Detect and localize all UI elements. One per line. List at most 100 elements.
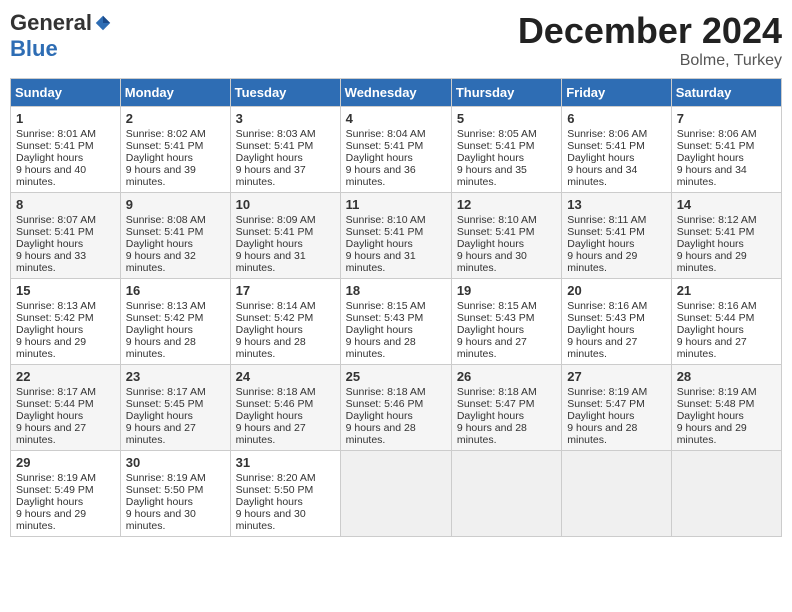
daylight-duration: 9 hours and 28 minutes. xyxy=(236,336,306,360)
logo-blue: Blue xyxy=(10,36,58,62)
sunset-label: Sunset: 5:46 PM xyxy=(236,398,314,410)
weekday-header-tuesday: Tuesday xyxy=(230,79,340,107)
daylight-label: Daylight hours xyxy=(126,410,193,422)
sunrise-label: Sunrise: 8:15 AM xyxy=(346,300,426,312)
page-header: General Blue December 2024 Bolme, Turkey xyxy=(10,10,782,70)
daylight-duration: 9 hours and 35 minutes. xyxy=(457,164,527,188)
day-number: 21 xyxy=(677,283,776,298)
daylight-duration: 9 hours and 31 minutes. xyxy=(236,250,306,274)
daylight-label: Daylight hours xyxy=(16,152,83,164)
daylight-duration: 9 hours and 27 minutes. xyxy=(126,422,196,446)
calendar-cell: 22 Sunrise: 8:17 AM Sunset: 5:44 PM Dayl… xyxy=(11,365,121,451)
day-number: 28 xyxy=(677,369,776,384)
sunset-label: Sunset: 5:41 PM xyxy=(567,226,645,238)
calendar-cell xyxy=(562,451,671,537)
sunset-label: Sunset: 5:41 PM xyxy=(16,226,94,238)
calendar-cell: 25 Sunrise: 8:18 AM Sunset: 5:46 PM Dayl… xyxy=(340,365,451,451)
sunset-label: Sunset: 5:47 PM xyxy=(457,398,535,410)
logo-general: General xyxy=(10,10,92,36)
daylight-duration: 9 hours and 33 minutes. xyxy=(16,250,86,274)
day-number: 11 xyxy=(346,197,446,212)
calendar-cell: 2 Sunrise: 8:02 AM Sunset: 5:41 PM Dayli… xyxy=(120,107,230,193)
sunset-label: Sunset: 5:41 PM xyxy=(567,140,645,152)
sunrise-label: Sunrise: 8:19 AM xyxy=(567,386,647,398)
day-number: 8 xyxy=(16,197,115,212)
daylight-label: Daylight hours xyxy=(16,410,83,422)
day-number: 7 xyxy=(677,111,776,126)
day-number: 25 xyxy=(346,369,446,384)
weekday-header-sunday: Sunday xyxy=(11,79,121,107)
sunrise-label: Sunrise: 8:17 AM xyxy=(16,386,96,398)
calendar-cell: 1 Sunrise: 8:01 AM Sunset: 5:41 PM Dayli… xyxy=(11,107,121,193)
calendar-cell: 7 Sunrise: 8:06 AM Sunset: 5:41 PM Dayli… xyxy=(671,107,781,193)
daylight-label: Daylight hours xyxy=(236,152,303,164)
calendar-cell: 28 Sunrise: 8:19 AM Sunset: 5:48 PM Dayl… xyxy=(671,365,781,451)
daylight-label: Daylight hours xyxy=(567,324,634,336)
sunset-label: Sunset: 5:44 PM xyxy=(677,312,755,324)
calendar-cell: 23 Sunrise: 8:17 AM Sunset: 5:45 PM Dayl… xyxy=(120,365,230,451)
calendar-cell xyxy=(671,451,781,537)
day-number: 31 xyxy=(236,455,335,470)
calendar-cell: 4 Sunrise: 8:04 AM Sunset: 5:41 PM Dayli… xyxy=(340,107,451,193)
logo-icon xyxy=(94,14,112,32)
sunrise-label: Sunrise: 8:11 AM xyxy=(567,214,646,226)
sunset-label: Sunset: 5:43 PM xyxy=(346,312,424,324)
daylight-duration: 9 hours and 27 minutes. xyxy=(567,336,637,360)
sunrise-label: Sunrise: 8:08 AM xyxy=(126,214,206,226)
sunset-label: Sunset: 5:41 PM xyxy=(236,140,314,152)
daylight-label: Daylight hours xyxy=(457,152,524,164)
daylight-label: Daylight hours xyxy=(16,496,83,508)
daylight-duration: 9 hours and 30 minutes. xyxy=(126,508,196,532)
calendar-cell: 12 Sunrise: 8:10 AM Sunset: 5:41 PM Dayl… xyxy=(451,193,561,279)
daylight-label: Daylight hours xyxy=(236,410,303,422)
calendar-cell: 21 Sunrise: 8:16 AM Sunset: 5:44 PM Dayl… xyxy=(671,279,781,365)
sunrise-label: Sunrise: 8:10 AM xyxy=(457,214,537,226)
sunset-label: Sunset: 5:49 PM xyxy=(16,484,94,496)
sunrise-label: Sunrise: 8:19 AM xyxy=(677,386,757,398)
daylight-label: Daylight hours xyxy=(346,324,413,336)
sunset-label: Sunset: 5:41 PM xyxy=(16,140,94,152)
daylight-label: Daylight hours xyxy=(677,238,744,250)
day-number: 4 xyxy=(346,111,446,126)
day-number: 2 xyxy=(126,111,225,126)
weekday-header-saturday: Saturday xyxy=(671,79,781,107)
day-number: 24 xyxy=(236,369,335,384)
sunset-label: Sunset: 5:43 PM xyxy=(457,312,535,324)
daylight-label: Daylight hours xyxy=(677,410,744,422)
sunrise-label: Sunrise: 8:06 AM xyxy=(567,128,647,140)
sunset-label: Sunset: 5:41 PM xyxy=(346,140,424,152)
calendar-cell: 8 Sunrise: 8:07 AM Sunset: 5:41 PM Dayli… xyxy=(11,193,121,279)
sunrise-label: Sunrise: 8:07 AM xyxy=(16,214,96,226)
daylight-duration: 9 hours and 31 minutes. xyxy=(346,250,416,274)
calendar-cell xyxy=(340,451,451,537)
daylight-duration: 9 hours and 37 minutes. xyxy=(236,164,306,188)
sunrise-label: Sunrise: 8:16 AM xyxy=(677,300,757,312)
daylight-duration: 9 hours and 29 minutes. xyxy=(677,250,747,274)
calendar-cell: 6 Sunrise: 8:06 AM Sunset: 5:41 PM Dayli… xyxy=(562,107,671,193)
sunrise-label: Sunrise: 8:12 AM xyxy=(677,214,757,226)
daylight-label: Daylight hours xyxy=(126,324,193,336)
daylight-label: Daylight hours xyxy=(236,238,303,250)
day-number: 6 xyxy=(567,111,665,126)
daylight-label: Daylight hours xyxy=(126,238,193,250)
sunrise-label: Sunrise: 8:16 AM xyxy=(567,300,647,312)
weekday-header-monday: Monday xyxy=(120,79,230,107)
calendar-cell: 19 Sunrise: 8:15 AM Sunset: 5:43 PM Dayl… xyxy=(451,279,561,365)
calendar-cell: 9 Sunrise: 8:08 AM Sunset: 5:41 PM Dayli… xyxy=(120,193,230,279)
weekday-header-friday: Friday xyxy=(562,79,671,107)
calendar-cell: 5 Sunrise: 8:05 AM Sunset: 5:41 PM Dayli… xyxy=(451,107,561,193)
day-number: 16 xyxy=(126,283,225,298)
daylight-label: Daylight hours xyxy=(126,152,193,164)
day-number: 30 xyxy=(126,455,225,470)
day-number: 13 xyxy=(567,197,665,212)
calendar-cell: 11 Sunrise: 8:10 AM Sunset: 5:41 PM Dayl… xyxy=(340,193,451,279)
sunrise-label: Sunrise: 8:19 AM xyxy=(126,472,206,484)
daylight-duration: 9 hours and 29 minutes. xyxy=(677,422,747,446)
sunset-label: Sunset: 5:42 PM xyxy=(126,312,204,324)
sunrise-label: Sunrise: 8:02 AM xyxy=(126,128,206,140)
daylight-duration: 9 hours and 29 minutes. xyxy=(567,250,637,274)
calendar-cell xyxy=(451,451,561,537)
sunset-label: Sunset: 5:43 PM xyxy=(567,312,645,324)
daylight-duration: 9 hours and 27 minutes. xyxy=(236,422,306,446)
day-number: 22 xyxy=(16,369,115,384)
